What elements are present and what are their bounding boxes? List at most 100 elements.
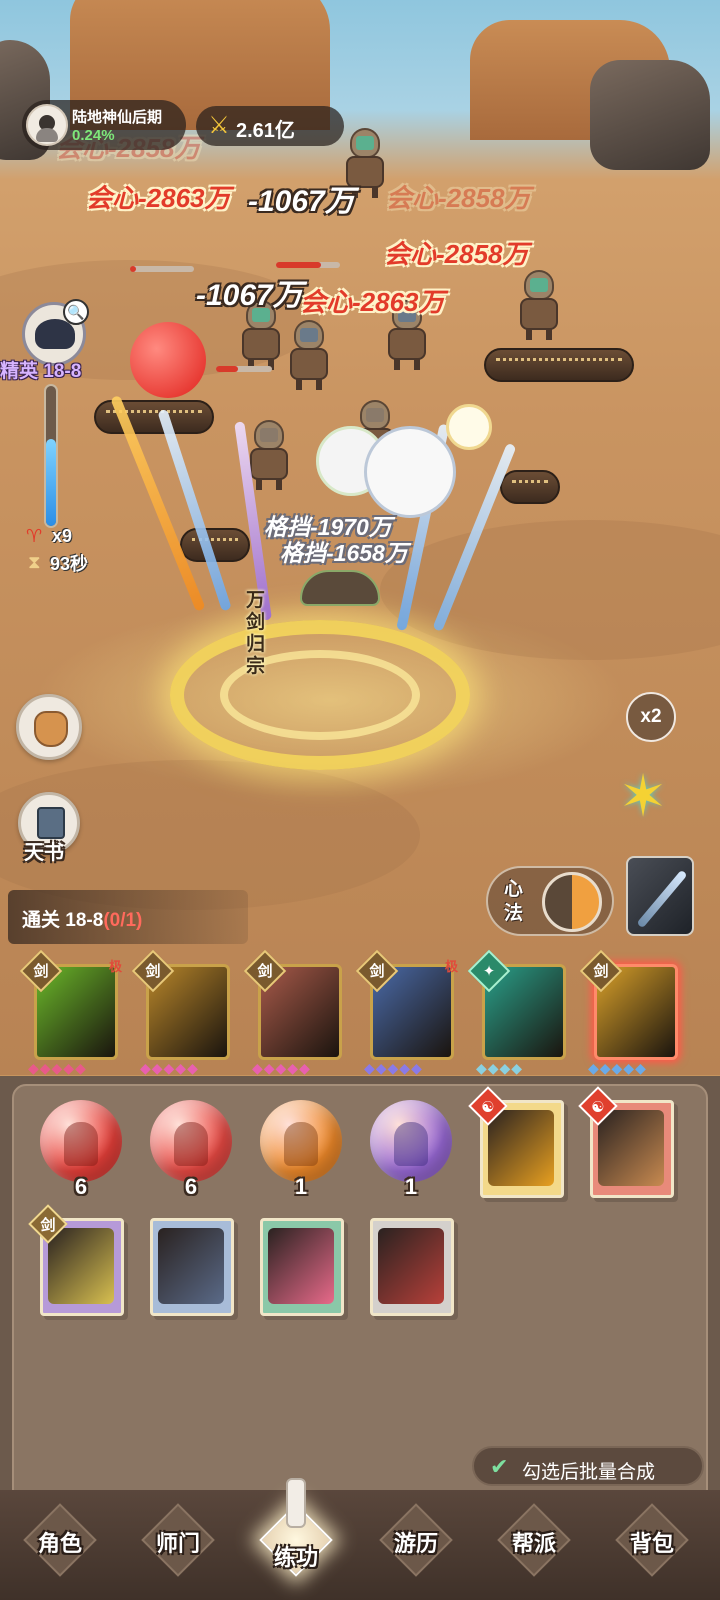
batch-merge-toggle[interactable]: ✔ 勾选后批量合成 xyxy=(472,1446,704,1486)
sword-badge-icon: 剑 xyxy=(369,963,385,980)
stage-timer: 93秒 xyxy=(50,554,89,574)
skill-card[interactable]: 剑 ◆◆◆◆◆ xyxy=(243,949,346,1076)
stage-progress-bar xyxy=(44,384,58,528)
star-button[interactable]: ✶ xyxy=(612,766,674,828)
nav-guild[interactable]: 帮派 xyxy=(484,1503,584,1578)
nav-label: 练功 xyxy=(273,1545,318,1570)
essence-orb[interactable]: 1 xyxy=(368,1100,454,1210)
item-count: 6 xyxy=(184,1174,198,1199)
nav-bag[interactable]: 背包 xyxy=(602,1503,702,1578)
meditation-icon: ☯ xyxy=(481,1099,495,1116)
meditation-icon: ☯ xyxy=(591,1099,605,1116)
avatar xyxy=(26,104,68,146)
weapon-slot[interactable] xyxy=(626,856,694,936)
essence-orb[interactable]: 6 xyxy=(38,1100,124,1210)
spiked-log xyxy=(500,470,560,504)
mind-method-button[interactable]: 心法 xyxy=(486,866,614,936)
sword-badge-icon: 剑 xyxy=(593,963,609,980)
crossed-swords-icon: ⚔ xyxy=(208,112,230,139)
skill-card[interactable]: 剑 ◆◆◆◆◆ xyxy=(131,949,234,1076)
skill-cast-name: 万剑归宗 xyxy=(246,590,266,677)
figure-icon xyxy=(284,1122,318,1166)
bag-icon xyxy=(34,711,68,747)
nav-label: 师门 xyxy=(155,1531,200,1556)
sword-icon xyxy=(636,869,688,929)
figure-icon xyxy=(64,1122,98,1166)
training-pillar-icon xyxy=(286,1478,306,1528)
star-gems: ◆◆◆◆◆ xyxy=(140,1060,199,1076)
damage-text: -1067万 xyxy=(196,279,303,312)
enemy-hp-bar xyxy=(130,266,194,272)
skill-tier: 极 xyxy=(444,959,458,974)
damage-text: -1067万 xyxy=(248,185,355,218)
skill-book[interactable] xyxy=(256,1214,348,1320)
nav-label: 帮派 xyxy=(511,1531,556,1556)
skill-book-art xyxy=(268,1228,334,1304)
quest-tracker[interactable]: 通关 18-8(0/1) xyxy=(8,890,248,944)
mind-method-label: 心法 xyxy=(504,879,524,924)
heavenly-book-label: 天书 xyxy=(24,842,64,864)
nav-sect[interactable]: 师门 xyxy=(128,1503,228,1578)
damage-text: 会心-2863万 xyxy=(300,287,445,317)
rank-name: 陆地神仙后期 xyxy=(72,109,163,126)
item-count: 1 xyxy=(294,1174,308,1199)
speed-toggle-button[interactable]: x2 xyxy=(626,692,676,742)
nav-travel[interactable]: 游历 xyxy=(366,1503,466,1578)
spiked-log xyxy=(484,348,634,382)
quest-text: 通关 18-8(0/1) xyxy=(22,905,142,932)
sword-badge-icon: 剑 xyxy=(145,963,161,980)
red-energy-orb xyxy=(130,322,206,398)
skill-book[interactable]: ☯ xyxy=(578,1086,678,1202)
enemy-hp-bar xyxy=(276,262,340,268)
yin-yang-icon xyxy=(542,872,602,932)
item-count: 1 xyxy=(404,1174,418,1199)
batch-merge-label: 勾选后批量合成 xyxy=(522,1462,656,1483)
equipped-skill-row: 剑 极 ◆◆◆◆◆ 剑 ◆◆◆◆◆ 剑 ◆◆◆◆◆ 剑 极 ◆◆◆◆◆ ✦ ◆◆… xyxy=(0,949,720,1076)
enemy-hp-bar xyxy=(216,366,272,372)
checkmark-icon: ✔ xyxy=(490,1454,509,1479)
boulder xyxy=(590,60,710,170)
skill-book[interactable] xyxy=(146,1214,238,1320)
figure-icon xyxy=(174,1122,208,1166)
white-energy-orb xyxy=(364,426,456,518)
skill-book[interactable] xyxy=(366,1214,458,1320)
star-gems: ◆◆◆◆ xyxy=(476,1060,524,1076)
enemy-soldier[interactable] xyxy=(280,320,338,390)
skill-card[interactable]: 剑 极 ◆◆◆◆◆ xyxy=(355,949,458,1076)
essence-orb[interactable]: 1 xyxy=(258,1100,344,1210)
nav-character[interactable]: 角色 xyxy=(10,1503,110,1578)
scroll-icon xyxy=(37,807,65,839)
demon-count: x9 xyxy=(52,526,73,546)
cultivation-rank[interactable]: 陆地神仙后期 0.24% xyxy=(22,100,186,150)
skill-card[interactable]: 剑 极 ◆◆◆◆◆ xyxy=(19,949,122,1076)
star-gems: ◆◆◆◆◆ xyxy=(364,1060,423,1076)
damage-text: 会心-2858万 xyxy=(386,183,531,213)
item-count: 6 xyxy=(74,1174,88,1199)
loot-bag-button[interactable] xyxy=(16,694,82,760)
combat-power[interactable]: ⚔ 2.61亿 xyxy=(196,106,344,146)
nav-training[interactable]: 练功 xyxy=(246,1478,346,1578)
nav-label: 背包 xyxy=(629,1531,674,1556)
skill-book[interactable]: ☯ xyxy=(468,1086,568,1202)
skill-book-art xyxy=(378,1228,444,1304)
nav-label: 角色 xyxy=(37,1531,82,1556)
magnifier-icon: 🔍 xyxy=(63,299,89,325)
skill-card[interactable]: ✦ ◆◆◆◆ xyxy=(467,949,570,1076)
hourglass-icon: ⧗ xyxy=(28,552,41,572)
star-badge-icon: ✦ xyxy=(482,963,496,980)
player-character[interactable] xyxy=(300,570,380,606)
skill-book[interactable]: 剑 xyxy=(28,1204,128,1320)
star-gems: ◆◆◆◆◆ xyxy=(28,1060,87,1076)
skill-book-art xyxy=(158,1228,224,1304)
star-icon: ✶ xyxy=(618,764,668,829)
demon-head-icon: ♈ xyxy=(26,526,43,546)
figure-icon xyxy=(394,1122,428,1166)
essence-orb[interactable]: 6 xyxy=(148,1100,234,1210)
sword-badge-icon: 剑 xyxy=(33,963,49,980)
damage-text: 会心-2858万 xyxy=(384,239,529,269)
star-gems: ◆◆◆◆◆ xyxy=(588,1060,647,1076)
bottom-nav: 角色 师门 练功 游历 帮派 背包 xyxy=(0,1478,720,1600)
sword-badge-icon: 剑 xyxy=(40,1217,56,1234)
enemy-soldier[interactable] xyxy=(510,270,568,340)
skill-card[interactable]: 剑 ◆◆◆◆◆ xyxy=(579,949,682,1076)
